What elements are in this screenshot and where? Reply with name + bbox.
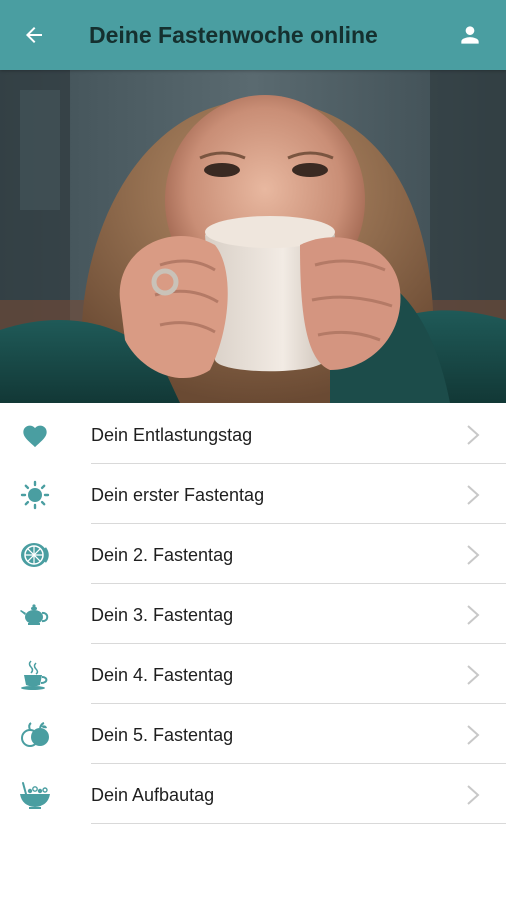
app-bar: Deine Fastenwoche online [0,0,506,70]
bowl-icon [18,778,52,812]
back-button[interactable] [14,15,54,55]
chevron-right-icon [467,725,480,745]
profile-button[interactable] [450,15,490,55]
page-title: Deine Fastenwoche online [89,22,378,48]
list-item-fastentag-5[interactable]: Dein 5. Fastentag [0,704,506,764]
sun-icon [18,478,52,512]
chevron-right-icon [467,785,480,805]
person-icon [461,26,479,44]
apple-icon [18,718,52,752]
list-item-label: Dein Aufbautag [91,785,215,805]
list-item-label: Dein 2. Fastentag [91,545,234,565]
list-item-label: Dein 3. Fastentag [91,605,234,625]
heart-icon [18,418,52,452]
list-item-aufbautag[interactable]: Dein Aufbautag [0,764,506,824]
list-item-entlastungstag[interactable]: Dein Entlastungstag [0,404,506,464]
chevron-right-icon [467,665,480,685]
list-item-label: Dein erster Fastentag [91,485,265,505]
hero-image [0,70,506,403]
list-item-label: Dein 5. Fastentag [91,725,234,745]
chevron-right-icon [467,605,480,625]
list-item-fastentag-2[interactable]: Dein 2. Fastentag [0,524,506,584]
chevron-right-icon [467,485,480,505]
hero-photo [0,70,506,403]
list-item-erster-fastentag[interactable]: Dein erster Fastentag [0,464,506,524]
app-screen: Deine Fastenwoche online Dein Entlastung… [0,0,506,900]
list-item-fastentag-4[interactable]: Dein 4. Fastentag [0,644,506,704]
fasting-days-list: Dein Entlastungstag Dein erster Fastenta… [0,404,506,824]
citrus-slice-icon [18,538,52,572]
list-item-label: Dein Entlastungstag [91,425,253,445]
list-item-label: Dein 4. Fastentag [91,665,234,685]
divider [91,823,506,824]
tea-cup-icon [18,658,52,692]
list-item-fastentag-3[interactable]: Dein 3. Fastentag [0,584,506,644]
arrow-left-icon [26,27,42,43]
chevron-right-icon [467,425,480,445]
chevron-right-icon [467,545,480,565]
teapot-icon [18,598,52,632]
